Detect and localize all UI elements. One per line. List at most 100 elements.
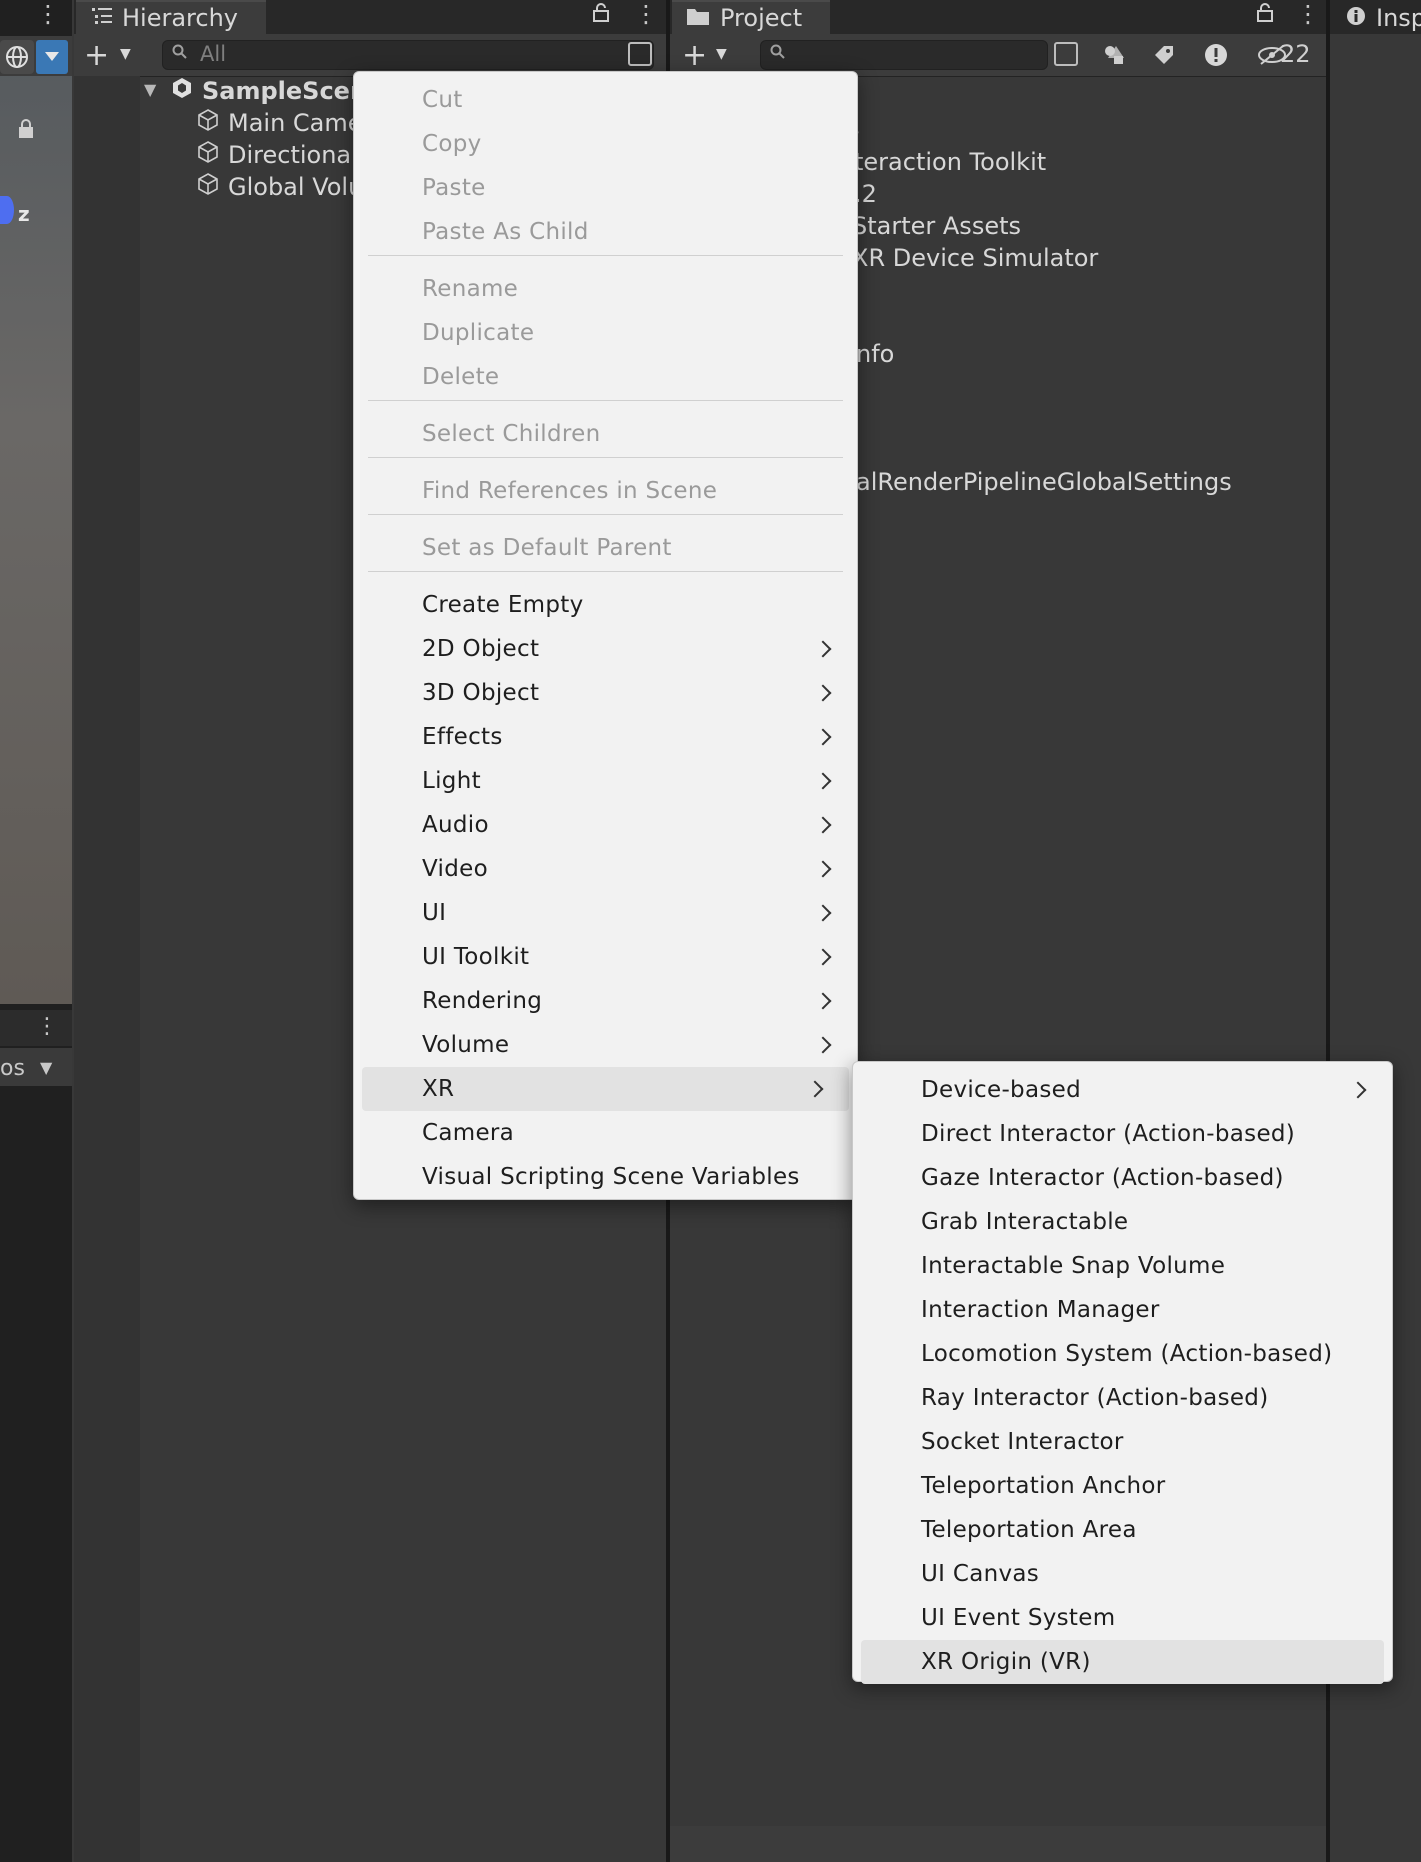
gizmo-dropdown-icon[interactable] (36, 40, 68, 74)
tab-hierarchy[interactable]: Hierarchy (76, 0, 266, 34)
axis-gizmo-cone[interactable] (0, 196, 14, 224)
scene-viewport[interactable] (0, 36, 72, 1004)
hierarchy-context-menu: Cut Copy Paste Paste As Child Rename Duplicat… (353, 71, 858, 1200)
xr-item-teleportation-area[interactable]: Teleportation Area (853, 1508, 1392, 1552)
project-tree-item[interactable]: teraction Toolkit (854, 148, 1046, 176)
chevron-right-icon (814, 904, 832, 922)
menu-item-video[interactable]: Video (354, 847, 857, 891)
tab-project[interactable]: Project (672, 0, 830, 34)
project-tree-item[interactable]: XR Device Simulator (852, 244, 1098, 272)
chevron-right-icon (806, 1080, 824, 1098)
xr-item-interaction-manager[interactable]: Interaction Manager (853, 1288, 1392, 1332)
filter-by-type-icon[interactable] (1094, 38, 1134, 72)
menu-separator (368, 514, 843, 515)
menu-item-label: 3D Object (422, 680, 540, 706)
chevron-right-icon (814, 860, 832, 878)
menu-item-set-as-default-parent[interactable]: Set as Default Parent (354, 526, 857, 570)
xr-item-ray-interactor-action-based[interactable]: Ray Interactor (Action-based) (853, 1376, 1392, 1420)
hierarchy-kebab-icon[interactable]: ⋮ (634, 0, 658, 28)
hierarchy-add-dropdown-icon[interactable]: ▼ (120, 46, 131, 62)
xr-submenu: Device-based Direct Interactor (Action-ba… (852, 1061, 1393, 1684)
project-add-icon[interactable]: + (682, 38, 707, 73)
menu-item-label: XR (422, 1076, 455, 1102)
menu-item-label: Grab Interactable (921, 1209, 1129, 1235)
menu-item-rendering[interactable]: Rendering (354, 979, 857, 1023)
search-scene-icon[interactable] (628, 42, 652, 66)
scene-foldout-icon[interactable]: ▼ (144, 80, 156, 99)
chevron-right-icon (814, 684, 832, 702)
tab-project-label: Project (720, 4, 803, 32)
menu-item-ui[interactable]: UI (354, 891, 857, 935)
filter-by-label-icon[interactable] (1144, 38, 1184, 72)
menu-item-find-references-in-scene[interactable]: Find References in Scene (354, 469, 857, 513)
xr-item-teleportation-anchor[interactable]: Teleportation Anchor (853, 1464, 1392, 1508)
menu-item-effects[interactable]: Effects (354, 715, 857, 759)
menu-item-label: Teleportation Area (921, 1517, 1137, 1543)
chevron-right-icon (814, 992, 832, 1010)
menu-item-xr[interactable]: XR (362, 1067, 849, 1111)
hierarchy-search-input[interactable] (162, 40, 654, 70)
list-icon (92, 7, 112, 29)
project-lock-icon[interactable] (1256, 2, 1274, 27)
chevron-right-icon (1349, 1081, 1367, 1099)
chevron-right-icon (814, 728, 832, 746)
menu-item-label: Socket Interactor (921, 1429, 1124, 1455)
xr-item-socket-interactor[interactable]: Socket Interactor (853, 1420, 1392, 1464)
hierarchy-lock-icon[interactable] (592, 2, 610, 27)
menu-item-camera[interactable]: Camera (354, 1111, 857, 1155)
menu-item-3d-object[interactable]: 3D Object (354, 671, 857, 715)
menu-item-select-children[interactable]: Select Children (354, 412, 857, 456)
xr-item-ui-event-system[interactable]: UI Event System (853, 1596, 1392, 1640)
menu-item-label: Copy (422, 131, 482, 157)
menu-item-label: Interaction Manager (921, 1297, 1160, 1323)
gizmos-label[interactable]: os (0, 1056, 25, 1081)
project-tree-item[interactable]: alRenderPipelineGlobalSettings (856, 468, 1232, 496)
menu-item-delete[interactable]: Delete (354, 355, 857, 399)
xr-item-gaze-interactor-action-based[interactable]: Gaze Interactor (Action-based) (853, 1156, 1392, 1200)
xr-item-ui-canvas[interactable]: UI Canvas (853, 1552, 1392, 1596)
tree-row-scene[interactable]: SampleScene (170, 76, 383, 106)
search-asset-store-icon[interactable] (1054, 42, 1078, 66)
chevron-right-icon (814, 1036, 832, 1054)
menu-item-volume[interactable]: Volume (354, 1023, 857, 1067)
scene-kebab-icon[interactable]: ⋮ (36, 0, 60, 28)
menu-item-label: Duplicate (422, 320, 535, 346)
menu-item-create-empty[interactable]: Create Empty (354, 583, 857, 627)
xr-item-grab-interactable[interactable]: Grab Interactable (853, 1200, 1392, 1244)
gizmos-dropdown-icon[interactable]: ▼ (40, 1058, 52, 1077)
menu-item-visual-scripting-scene-variables[interactable]: Visual Scripting Scene Variables (354, 1155, 857, 1199)
project-kebab-icon[interactable]: ⋮ (1296, 0, 1320, 28)
project-tree-item[interactable]: nfo (856, 340, 894, 368)
menu-item-paste-as-child[interactable]: Paste As Child (354, 210, 857, 254)
tab-hierarchy-label: Hierarchy (122, 4, 239, 32)
menu-item-ui-toolkit[interactable]: UI Toolkit (354, 935, 857, 979)
project-search-input[interactable] (760, 40, 1048, 70)
menu-item-cut[interactable]: Cut (354, 78, 857, 122)
lower-panel-kebab-icon[interactable]: ⋮ (36, 1014, 58, 1039)
menu-item-light[interactable]: Light (354, 759, 857, 803)
xr-item-device-based[interactable]: Device-based (853, 1068, 1392, 1112)
menu-item-label: Find References in Scene (422, 478, 718, 504)
menu-item-rename[interactable]: Rename (354, 267, 857, 311)
menu-item-copy[interactable]: Copy (354, 122, 857, 166)
menu-item-label: Teleportation Anchor (921, 1473, 1166, 1499)
project-add-dropdown-icon[interactable]: ▼ (716, 46, 727, 62)
xr-item-direct-interactor-action-based[interactable]: Direct Interactor (Action-based) (853, 1112, 1392, 1156)
menu-item-paste[interactable]: Paste (354, 166, 857, 210)
tab-inspector[interactable]: Insp (1346, 4, 1421, 32)
menu-item-audio[interactable]: Audio (354, 803, 857, 847)
menu-item-2d-object[interactable]: 2D Object (354, 627, 857, 671)
warning-icon[interactable] (1196, 38, 1236, 72)
xr-item-interactable-snap-volume[interactable]: Interactable Snap Volume (853, 1244, 1392, 1288)
hierarchy-add-icon[interactable]: + (84, 38, 109, 73)
axis-z-label: z (18, 202, 30, 226)
menu-item-label: UI (422, 900, 447, 926)
xr-item-locomotion-system-action-based[interactable]: Locomotion System (Action-based) (853, 1332, 1392, 1376)
search-icon (172, 44, 190, 65)
xr-item-xr-origin-vr[interactable]: XR Origin (VR) (861, 1640, 1384, 1684)
menu-item-duplicate[interactable]: Duplicate (354, 311, 857, 355)
project-bottom-bar (670, 1826, 1326, 1862)
menu-item-label: Visual Scripting Scene Variables (422, 1164, 800, 1190)
gizmo-globe-icon[interactable] (0, 40, 34, 74)
project-tree-item[interactable]: Starter Assets (852, 212, 1021, 240)
